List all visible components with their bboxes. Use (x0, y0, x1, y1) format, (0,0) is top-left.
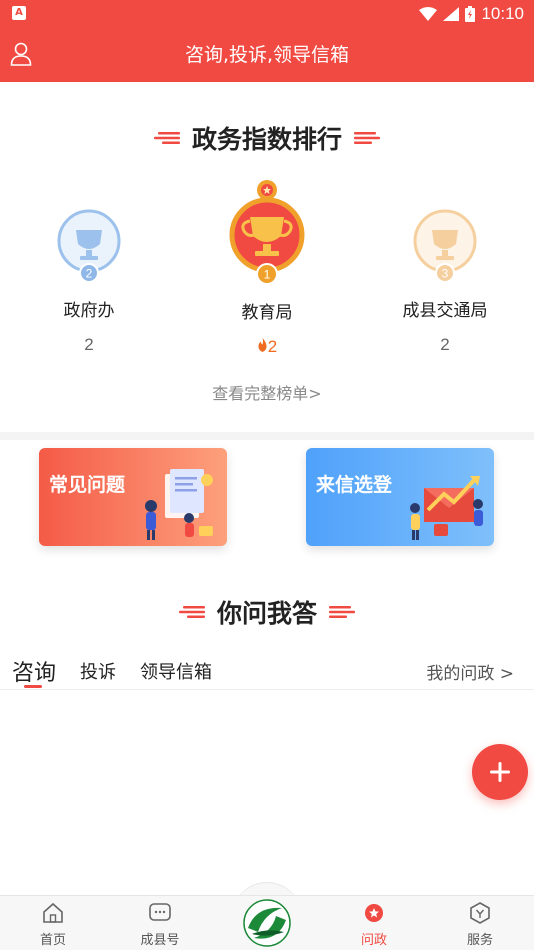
rank-score: 2 (440, 335, 450, 354)
rank-item-3[interactable]: 3 成县交通局 2 (365, 208, 525, 355)
nav-label: 服务 (466, 933, 493, 948)
page-title: 咨询,投诉,领导信箱 (184, 44, 350, 66)
section-divider (0, 432, 534, 440)
ranking-title: 政务指数排行 (191, 125, 342, 154)
fire-icon (258, 338, 267, 352)
title-left-decoration (178, 606, 205, 618)
add-question-button[interactable] (472, 744, 528, 800)
tab-complaint[interactable]: 投诉 (80, 658, 116, 684)
app-notification-icon: A (12, 6, 26, 20)
rank-name: 政府办 (63, 301, 115, 321)
rank-number: 1 (264, 268, 271, 282)
status-time: 10:10 (481, 4, 524, 23)
rank-item-2[interactable]: 2 政府办 2 (9, 208, 169, 355)
title-right-decoration (329, 606, 355, 618)
battery-icon (465, 6, 476, 22)
signal-icon (443, 7, 460, 21)
rank-item-1[interactable]: 1 教育局 2 (187, 178, 347, 357)
active-tab-indicator (24, 685, 42, 688)
view-full-ranking-link[interactable]: 查看完整榜单> (0, 380, 534, 404)
rank-name: 教育局 (241, 303, 293, 323)
faq-card[interactable]: 常见问题 (39, 448, 227, 546)
nav-item-ask[interactable]: 问政 (334, 902, 414, 948)
faq-card-label: 常见问题 (49, 474, 126, 496)
page-header: 咨询,投诉,领导信箱 (0, 28, 534, 82)
rank-number: 2 (86, 267, 93, 281)
faq-illustration-icon (145, 469, 213, 540)
rank-number: 3 (442, 267, 449, 281)
title-left-decoration (153, 132, 180, 144)
qa-section-title: 你问我答 (0, 594, 534, 630)
letters-card[interactable]: 来信选登 (306, 448, 494, 546)
ask-icon (365, 904, 383, 922)
chat-icon (149, 903, 171, 921)
rank-score: 2 (267, 337, 278, 356)
rank-name: 成县交通局 (402, 301, 488, 321)
nav-item-home[interactable]: 首页 (13, 902, 93, 948)
nav-item-chengxian[interactable]: 成县号 (120, 902, 200, 948)
nav-label: 问政 (360, 933, 387, 948)
service-icon (470, 902, 490, 924)
ranking-section-title: 政务指数排行 (0, 120, 534, 156)
my-inquiries-link[interactable]: 我的问政 > (426, 659, 514, 684)
wifi-icon (419, 7, 438, 21)
app-logo-icon[interactable] (242, 898, 292, 948)
silver-trophy-icon: 2 (57, 209, 121, 283)
nav-label: 首页 (39, 933, 66, 948)
home-icon (43, 902, 63, 923)
letters-illustration-icon (410, 476, 483, 540)
title-right-decoration (354, 132, 380, 144)
rank-score-hot: 2 (187, 337, 347, 357)
letters-card-label: 来信选登 (316, 474, 393, 496)
plus-icon (490, 762, 510, 782)
rank-score: 2 (84, 335, 94, 354)
qa-tabs: 咨询 投诉 领导信箱 我的问政 > (0, 650, 534, 690)
bronze-trophy-icon: 3 (413, 209, 477, 283)
status-indicators: 10:10 (419, 3, 524, 25)
qa-title: 你问我答 (216, 599, 317, 628)
status-bar: A 10:10 (0, 0, 534, 28)
tab-leader-mailbox[interactable]: 领导信箱 (140, 658, 212, 684)
gold-trophy-icon: 1 (229, 180, 305, 285)
nav-label: 成县号 (140, 933, 180, 948)
nav-item-service[interactable]: 服务 (440, 902, 520, 948)
tab-consult[interactable]: 咨询 (12, 655, 56, 687)
